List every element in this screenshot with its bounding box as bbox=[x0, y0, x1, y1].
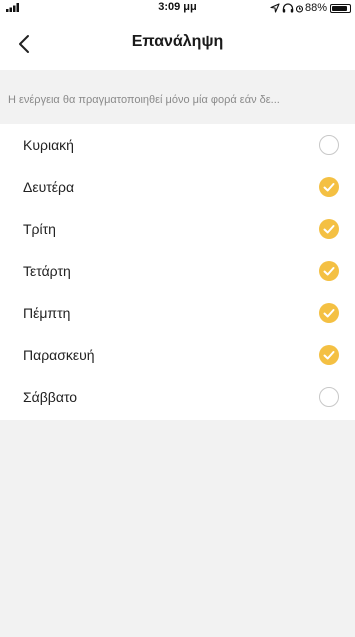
battery-level bbox=[332, 5, 347, 11]
day-label: Τετάρτη bbox=[23, 263, 71, 279]
day-label: Σάββατο bbox=[23, 389, 78, 405]
day-label: Παρασκευή bbox=[23, 347, 95, 363]
info-note: Η ενέργεια θα πραγματοποιηθεί μόνο μία φ… bbox=[0, 70, 355, 124]
day-row-monday[interactable]: Δευτέρα bbox=[0, 166, 355, 208]
unchecked-circle-icon[interactable] bbox=[319, 387, 339, 407]
day-row-saturday[interactable]: Σάββατο bbox=[0, 376, 355, 418]
alarm-icon bbox=[295, 5, 303, 13]
battery-percent: 88% bbox=[304, 2, 327, 14]
headphones-icon bbox=[282, 3, 294, 13]
location-icon bbox=[270, 3, 280, 13]
day-label: Δευτέρα bbox=[23, 179, 75, 195]
day-row-sunday[interactable]: Κυριακή bbox=[0, 124, 355, 166]
status-bar: 3:09 μμ 88% bbox=[0, 0, 355, 16]
status-right: 88% bbox=[270, 1, 351, 15]
day-row-wednesday[interactable]: Τετάρτη bbox=[0, 250, 355, 292]
navigation-bar: Επανάληψη bbox=[0, 16, 355, 70]
info-note-text: Η ενέργεια θα πραγματοποιηθεί μόνο μία φ… bbox=[8, 94, 280, 106]
checkmark-icon[interactable] bbox=[319, 177, 339, 197]
day-row-tuesday[interactable]: Τρίτη bbox=[0, 208, 355, 250]
day-row-friday[interactable]: Παρασκευή bbox=[0, 334, 355, 376]
day-row-thursday[interactable]: Πέμπτη bbox=[0, 292, 355, 334]
page-title: Επανάληψη bbox=[131, 33, 224, 50]
day-label: Κυριακή bbox=[23, 137, 74, 153]
day-label: Πέμπτη bbox=[23, 305, 71, 321]
day-label: Τρίτη bbox=[23, 221, 56, 237]
checkmark-icon[interactable] bbox=[319, 303, 339, 323]
checkmark-icon[interactable] bbox=[319, 219, 339, 239]
battery-icon bbox=[330, 3, 351, 13]
day-list: Κυριακή Δευτέρα Τρίτη Τετάρτη Πέμπτη Παρ… bbox=[0, 124, 355, 420]
checkmark-icon[interactable] bbox=[319, 261, 339, 281]
checkmark-icon[interactable] bbox=[319, 345, 339, 365]
unchecked-circle-icon[interactable] bbox=[319, 135, 339, 155]
